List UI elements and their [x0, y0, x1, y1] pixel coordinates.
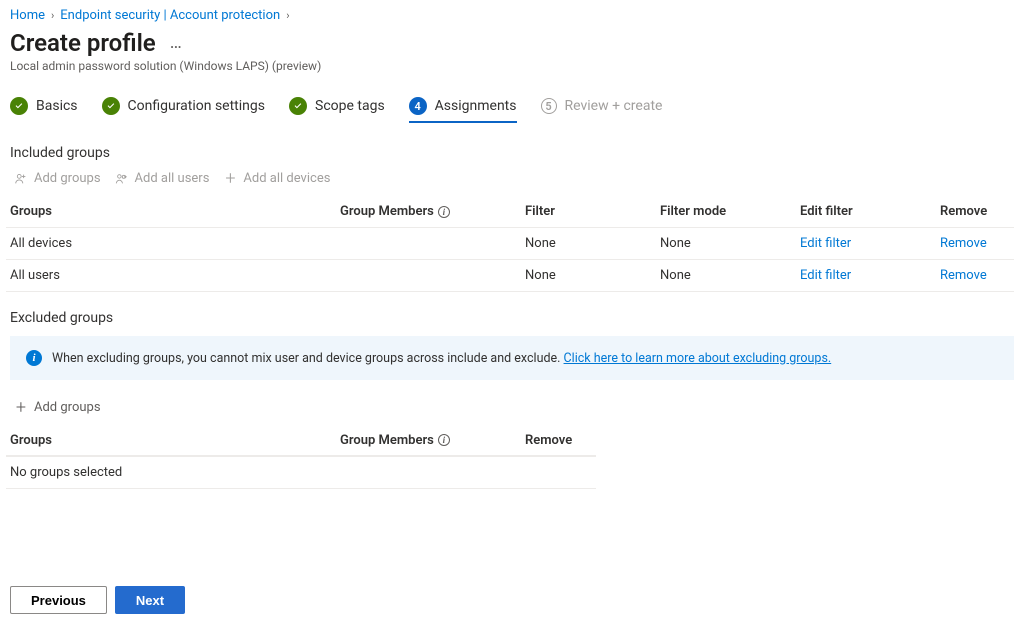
step-number-icon: 5 — [541, 98, 557, 114]
step-label: Assignments — [435, 98, 517, 114]
more-actions-button[interactable]: … — [170, 34, 182, 52]
add-all-users-label: Add all users — [135, 171, 210, 186]
step-configuration-settings[interactable]: Configuration settings — [102, 97, 265, 123]
info-link[interactable]: Click here to learn more about excluding… — [564, 351, 832, 366]
excluded-groups-heading: Excluded groups — [10, 310, 1014, 326]
col-groups: Groups — [6, 204, 336, 219]
info-text: When excluding groups, you cannot mix us… — [52, 351, 831, 366]
col-edit-filter: Edit filter — [796, 204, 936, 219]
step-label: Configuration settings — [128, 98, 265, 114]
page-title: Create profile — [10, 29, 156, 57]
remove-link[interactable]: Remove — [936, 236, 1014, 251]
breadcrumb-home[interactable]: Home — [10, 8, 45, 23]
add-all-devices-label: Add all devices — [243, 171, 330, 186]
empty-message: No groups selected — [6, 465, 336, 480]
next-button[interactable]: Next — [115, 586, 185, 614]
plus-icon: + — [14, 401, 28, 415]
info-banner: i When excluding groups, you cannot mix … — [10, 336, 1014, 380]
edit-filter-link[interactable]: Edit filter — [796, 268, 936, 283]
table-row: All users None None Edit filter Remove — [6, 260, 1014, 292]
step-number-icon: 4 — [409, 97, 427, 115]
previous-button[interactable]: Previous — [10, 586, 107, 614]
edit-filter-link[interactable]: Edit filter — [796, 236, 936, 251]
breadcrumb: Home › Endpoint security | Account prote… — [10, 8, 1014, 23]
info-icon[interactable]: i — [438, 206, 450, 218]
add-person-icon — [14, 172, 28, 186]
breadcrumb-endpoint-security[interactable]: Endpoint security | Account protection — [60, 8, 280, 23]
info-icon[interactable]: i — [438, 434, 450, 446]
step-scope-tags[interactable]: Scope tags — [289, 97, 385, 123]
chevron-right-icon: › — [286, 9, 289, 22]
table-row: All devices None None Edit filter Remove — [6, 228, 1014, 260]
add-groups-label: Add groups — [34, 171, 101, 186]
col-group-members: Group Members i — [336, 204, 521, 219]
step-basics[interactable]: Basics — [10, 97, 78, 123]
step-label: Basics — [36, 98, 78, 114]
group-name: All users — [6, 268, 336, 283]
plus-icon: + — [223, 172, 237, 186]
step-label: Review + create — [565, 98, 663, 114]
col-filter: Filter — [521, 204, 656, 219]
add-people-icon — [115, 172, 129, 186]
col-group-members: Group Members i — [336, 433, 521, 448]
included-groups-heading: Included groups — [10, 145, 1014, 161]
step-label: Scope tags — [315, 98, 385, 114]
group-name: All devices — [6, 236, 336, 251]
table-row-empty: No groups selected — [6, 457, 596, 489]
add-all-devices-button[interactable]: + Add all devices — [223, 171, 330, 186]
filter-value: None — [521, 236, 656, 251]
checkmark-icon — [102, 97, 120, 115]
filter-mode-value: None — [656, 268, 796, 283]
checkmark-icon — [289, 97, 307, 115]
included-commands: Add groups Add all users + Add all devic… — [10, 171, 1014, 186]
excluded-groups-table: Groups Group Members i Remove No groups … — [6, 425, 596, 489]
add-groups-button[interactable]: Add groups — [14, 171, 101, 186]
excluded-commands: + Add groups — [10, 400, 1014, 415]
filter-mode-value: None — [656, 236, 796, 251]
step-review-create: 5 Review + create — [541, 98, 663, 122]
info-icon: i — [26, 350, 42, 366]
included-groups-table: Groups Group Members i Filter Filter mod… — [6, 196, 1014, 292]
checkmark-icon — [10, 97, 28, 115]
footer: Previous Next — [10, 586, 185, 614]
page-subtitle: Local admin password solution (Windows L… — [10, 59, 1014, 73]
add-all-users-button[interactable]: Add all users — [115, 171, 210, 186]
col-groups: Groups — [6, 433, 336, 448]
add-groups-label: Add groups — [34, 400, 101, 415]
filter-value: None — [521, 268, 656, 283]
step-assignments[interactable]: 4 Assignments — [409, 97, 517, 123]
col-remove: Remove — [521, 433, 596, 448]
wizard-steps: Basics Configuration settings Scope tags… — [10, 97, 1014, 123]
chevron-right-icon: › — [51, 9, 54, 22]
add-groups-button[interactable]: + Add groups — [14, 400, 101, 415]
remove-link[interactable]: Remove — [936, 268, 1014, 283]
col-remove: Remove — [936, 204, 1014, 219]
col-filter-mode: Filter mode — [656, 204, 796, 219]
